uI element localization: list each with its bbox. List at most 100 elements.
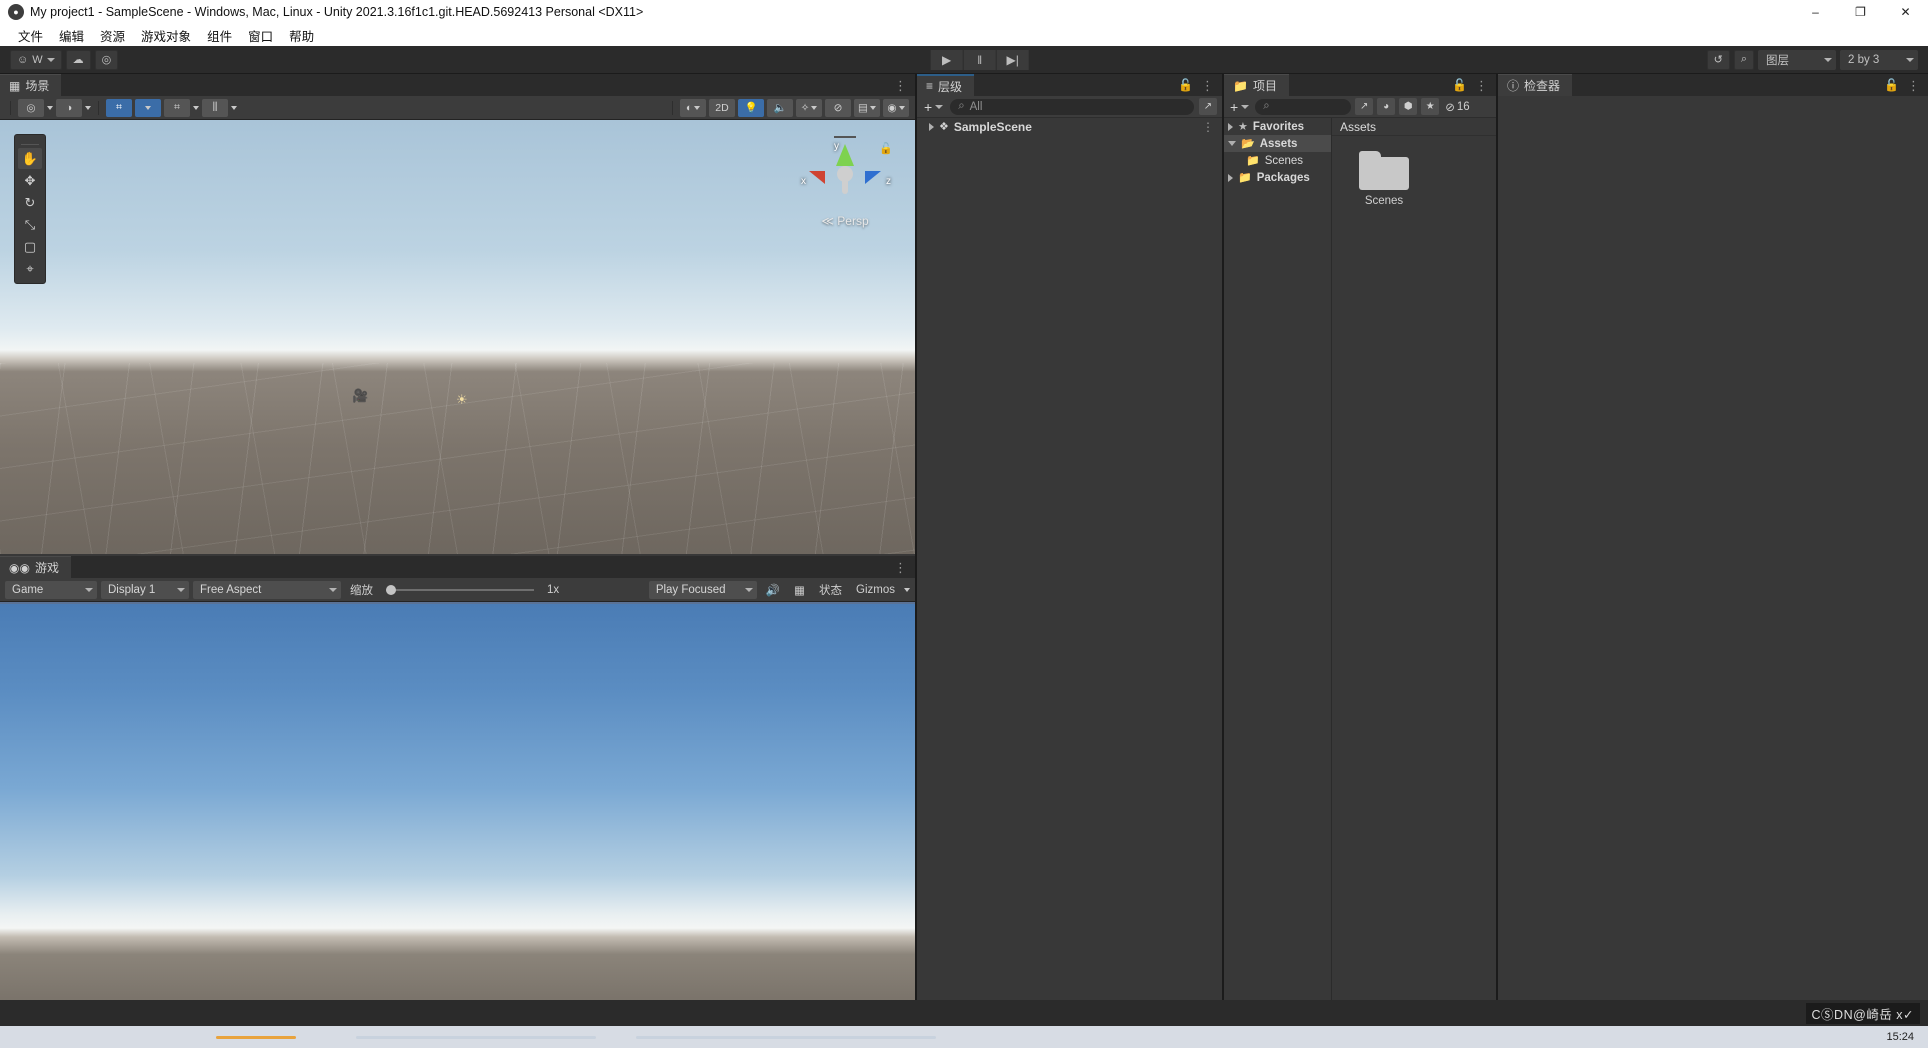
stats-toggle[interactable]: 状态 <box>814 581 847 599</box>
lock-icon[interactable]: 🔓 <box>1884 78 1899 92</box>
expand-triangle-icon[interactable] <box>929 122 934 131</box>
tab-game[interactable]: ◉◉ 游戏 <box>0 556 71 578</box>
hidden-packages-indicator[interactable]: ⊘ 16 <box>1443 98 1471 116</box>
scale-slider[interactable] <box>386 584 534 595</box>
grid-visibility-button[interactable]: ⌗ <box>164 98 190 117</box>
pause-button[interactable]: ‖ <box>963 49 996 70</box>
tab-hierarchy[interactable]: ≡ 层级 <box>917 74 975 96</box>
lighting-toggle-button[interactable]: 💡 <box>738 98 764 117</box>
draw-mode-button[interactable]: ◐ <box>680 98 706 117</box>
play-button[interactable]: ▶ <box>930 49 963 70</box>
menu-file[interactable]: 文件 <box>10 24 51 47</box>
z-axis-cone[interactable] <box>865 171 881 184</box>
scene-orientation-gizmo[interactable]: 🔓 y x z ≪ Persp <box>797 136 893 228</box>
chevron-down-icon[interactable] <box>231 105 237 110</box>
hierarchy-row-samplescene[interactable]: ❖ SampleScene ⋮ <box>917 118 1222 135</box>
expand-search-button[interactable]: ↗ <box>1199 98 1217 115</box>
scene-tools-overlay[interactable]: ✋ ✥ ↻ ⤡ ▢ ⌖ <box>14 134 46 284</box>
chevron-down-icon[interactable] <box>193 105 199 110</box>
lock-icon[interactable]: 🔓 <box>1178 78 1193 92</box>
chevron-down-icon[interactable] <box>85 105 91 110</box>
scene-viewport[interactable]: ✋ ✥ ↻ ⤡ ▢ ⌖ 🎥 ☀ 🔓 y x z ≪ Persp <box>0 120 915 554</box>
camera-gizmo[interactable]: 🎥 <box>352 388 368 404</box>
tab-scene[interactable]: ▦ 场景 <box>0 74 62 96</box>
tab-inspector[interactable]: ⓘ 检查器 <box>1498 74 1573 96</box>
mute-audio-button[interactable]: 🔊 <box>761 581 785 599</box>
filter-favorites-icon[interactable]: ★ <box>1421 98 1440 115</box>
expand-triangle-icon[interactable] <box>1228 122 1233 131</box>
project-folder-tree[interactable]: ★ Favorites 📂 Assets 📁 Scenes 📁 Packages <box>1224 118 1332 1020</box>
undo-history-button[interactable]: ↺ <box>1706 49 1730 70</box>
filter-by-label-icon[interactable]: ⬢ <box>1399 98 1418 115</box>
scale-tool[interactable]: ⤡ <box>18 214 42 235</box>
axis-gizmo[interactable]: y x z <box>801 141 891 206</box>
pivot-mode-button[interactable]: ◎ <box>18 98 44 117</box>
menu-assets[interactable]: 资源 <box>92 24 133 47</box>
project-asset-browser[interactable]: Assets Scenes <box>1332 118 1496 1020</box>
menu-edit[interactable]: 编辑 <box>51 24 92 47</box>
hierarchy-options-kebab[interactable]: ⋮ <box>1201 79 1214 92</box>
taskbar-clock[interactable]: 15:24 <box>1886 1031 1928 1043</box>
cloud-button[interactable]: ☁ <box>65 49 91 70</box>
menu-component[interactable]: 组件 <box>199 24 240 47</box>
taskbar-item-3[interactable] <box>636 1035 936 1039</box>
menu-gameobject[interactable]: 游戏对象 <box>133 24 199 47</box>
filter-by-type-icon[interactable]: ◕ <box>1377 98 1396 115</box>
menu-window[interactable]: 窗口 <box>240 24 281 47</box>
chevron-down-icon[interactable] <box>904 587 910 592</box>
overlay-drag-handle[interactable] <box>21 138 39 145</box>
light-gizmo[interactable]: ☀ <box>456 392 468 408</box>
target-display-dropdown[interactable]: Game <box>5 580 97 599</box>
taskbar-item-1[interactable] <box>216 1035 296 1039</box>
aspect-dropdown[interactable]: Free Aspect <box>193 580 341 599</box>
inspector-options-kebab[interactable]: ⋮ <box>1907 79 1920 92</box>
layout-dropdown[interactable]: 2 by 3 <box>1840 49 1918 70</box>
play-mode-dropdown[interactable]: Play Focused <box>648 580 757 599</box>
collapse-triangle-icon[interactable] <box>1228 141 1236 146</box>
negative-y-stub[interactable] <box>842 178 848 194</box>
breadcrumb[interactable]: Assets <box>1332 118 1496 136</box>
expand-triangle-icon[interactable] <box>1228 173 1233 182</box>
fx-toggle-button[interactable]: ✧ <box>796 98 822 117</box>
chevron-down-icon[interactable] <box>47 105 53 110</box>
step-button[interactable]: ▶| <box>996 49 1029 70</box>
move-tool[interactable]: ✥ <box>18 170 42 191</box>
project-tree-favorites[interactable]: ★ Favorites <box>1224 118 1331 135</box>
2d-toggle-button[interactable]: 2D <box>709 98 735 117</box>
project-tree-packages[interactable]: 📁 Packages <box>1224 169 1331 186</box>
project-tree-scenes[interactable]: 📁 Scenes <box>1224 152 1331 169</box>
asset-item-scenes[interactable]: Scenes <box>1348 150 1420 207</box>
scale-slider-knob[interactable] <box>386 584 396 595</box>
game-options-kebab[interactable]: ⋮ <box>894 561 907 574</box>
x-axis-cone[interactable] <box>809 171 825 184</box>
scene-visibility-button[interactable]: ⊘ <box>825 98 851 117</box>
display-dropdown[interactable]: Display 1 <box>101 580 189 599</box>
grid-snap-dropdown[interactable] <box>135 98 161 117</box>
menu-help[interactable]: 帮助 <box>281 24 322 47</box>
lock-icon[interactable]: 🔓 <box>1452 78 1467 92</box>
projection-label[interactable]: ≪ Persp <box>797 214 893 228</box>
taskbar-item-2[interactable] <box>356 1035 596 1039</box>
hierarchy-tree[interactable]: ❖ SampleScene ⋮ <box>917 118 1222 1020</box>
snap-increment-button[interactable]: ⫼ <box>202 98 228 117</box>
tab-project[interactable]: 📁 项目 <box>1224 74 1289 96</box>
minimize-button[interactable]: – <box>1793 0 1838 24</box>
scene-options-kebab[interactable]: ⋮ <box>894 79 907 92</box>
game-viewport[interactable] <box>0 602 915 1042</box>
hand-tool[interactable]: ✋ <box>18 148 42 169</box>
grid-snap-toggle[interactable]: ⌗ <box>106 98 132 117</box>
stats-button[interactable]: ▦ <box>789 581 810 599</box>
scene-row-kebab[interactable]: ⋮ <box>1202 120 1222 134</box>
project-tree-assets[interactable]: 📂 Assets <box>1224 135 1331 152</box>
search-button[interactable]: ⌕ <box>1733 49 1754 70</box>
layers-dropdown[interactable]: 图层 <box>1758 49 1836 70</box>
handle-space-button[interactable]: ◑ <box>56 98 82 117</box>
maximize-button[interactable]: ❐ <box>1838 0 1883 24</box>
close-button[interactable]: ✕ <box>1883 0 1928 24</box>
create-asset-button[interactable]: + <box>1228 99 1251 115</box>
camera-settings-button[interactable]: ▤ <box>854 98 880 117</box>
account-button[interactable]: ☺ W <box>10 49 62 70</box>
project-search-input[interactable]: ⌕ <box>1255 98 1352 115</box>
expand-search-button[interactable]: ↗ <box>1355 98 1374 115</box>
project-options-kebab[interactable]: ⋮ <box>1475 79 1488 92</box>
